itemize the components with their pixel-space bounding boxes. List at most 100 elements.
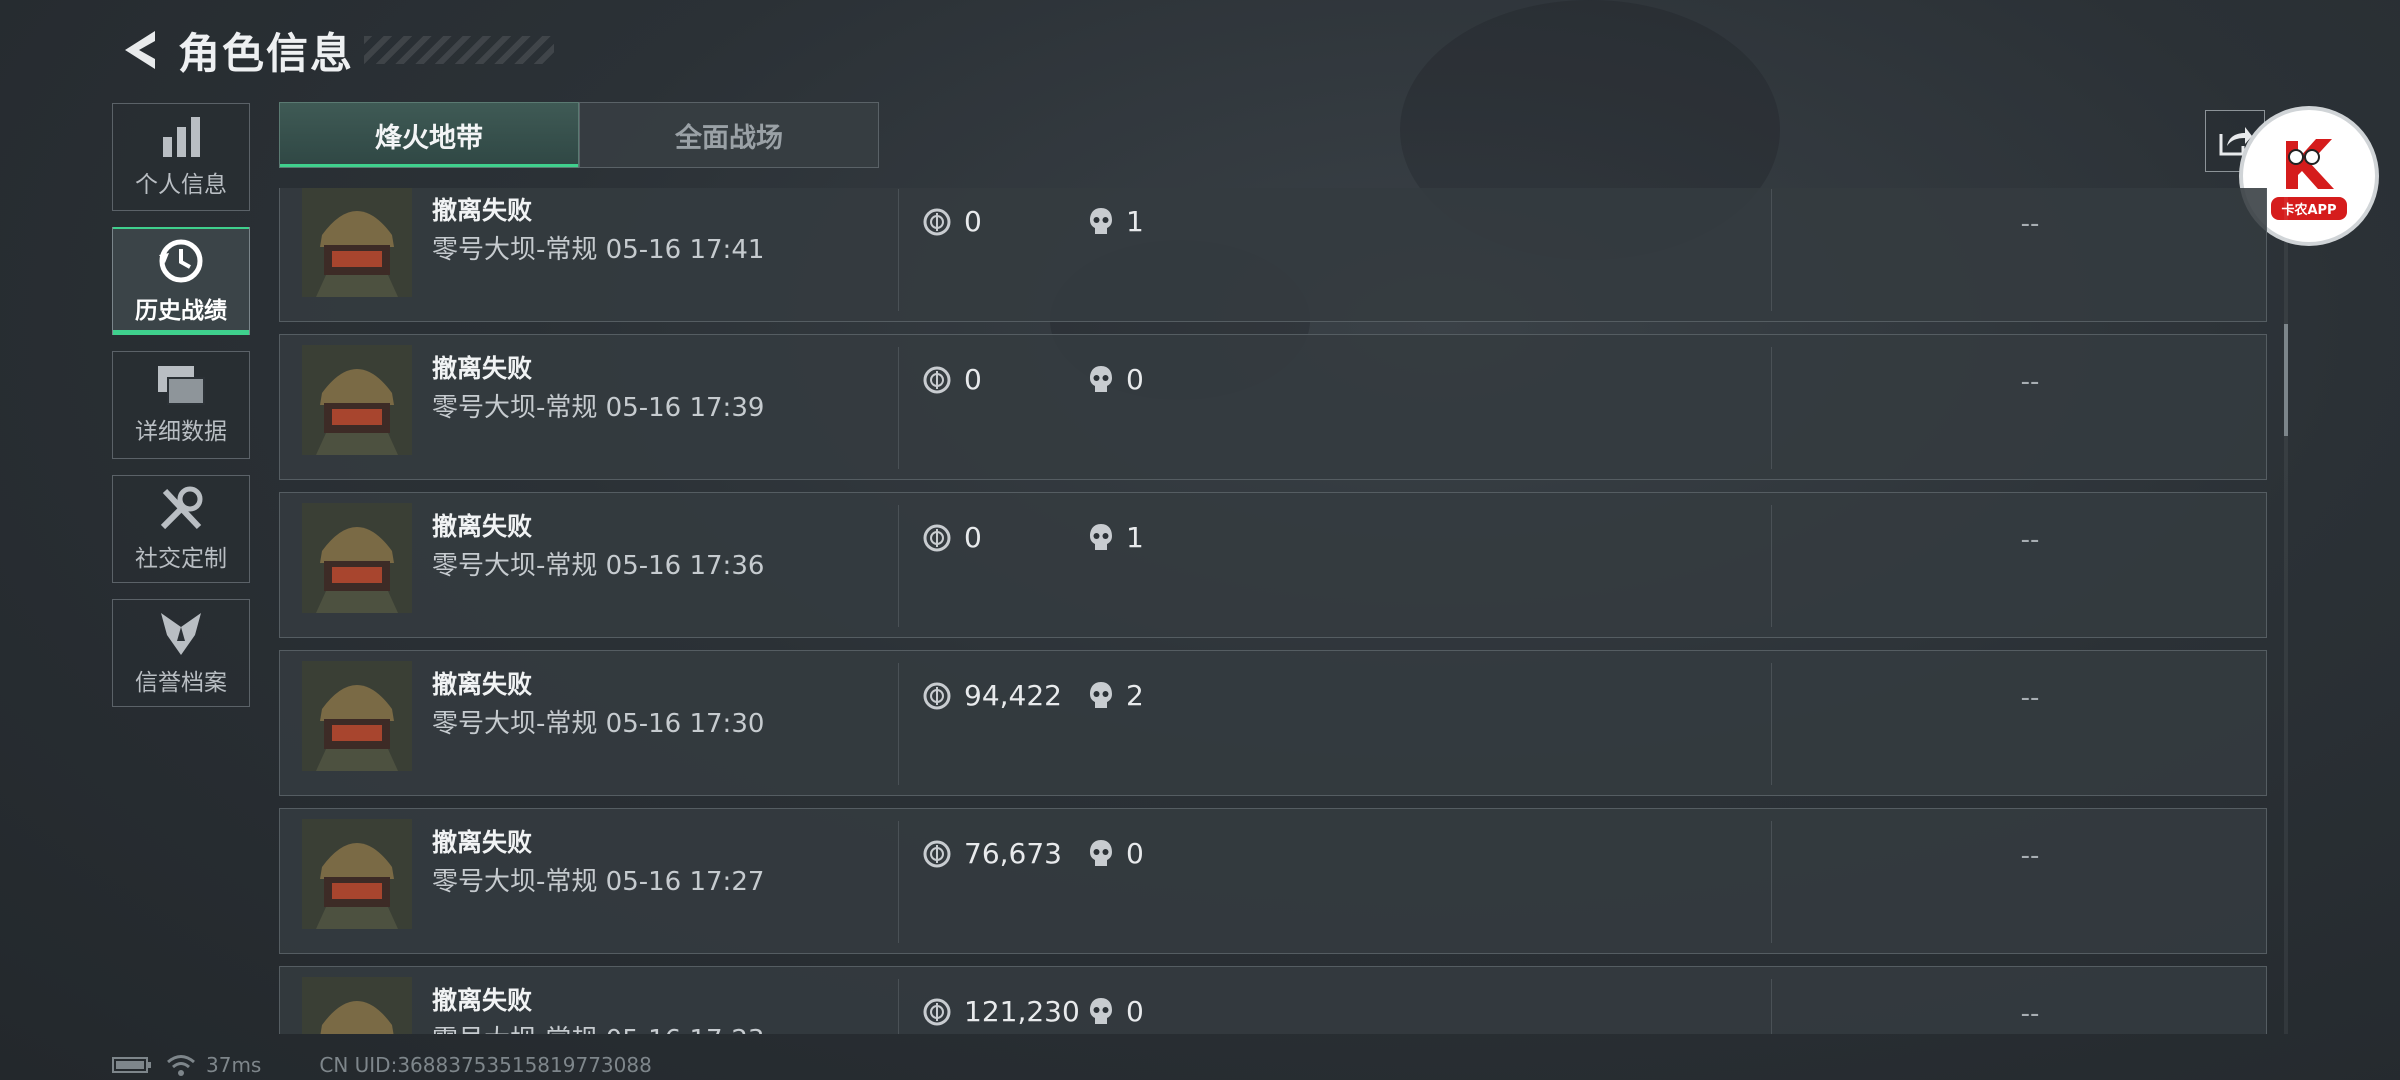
match-map-time: 零号大坝-常规 05-16 17:41 (432, 229, 764, 266)
match-kills: 0 (1088, 995, 1144, 1028)
match-map: 零号大坝-常规 (432, 393, 598, 423)
match-row[interactable]: 撤离失败 零号大坝-常规 05-16 17:41 0 1 -- (279, 188, 2267, 322)
value-amount: 94,422 (964, 679, 1062, 712)
match-map-time: 零号大坝-常规 05-16 17:39 (432, 387, 764, 424)
match-map: 零号大坝-常规 (432, 551, 598, 581)
match-kills: 0 (1088, 837, 1144, 870)
divider (1771, 663, 1772, 785)
divider (898, 979, 899, 1034)
match-value: 0 (922, 521, 982, 554)
sidebar-item-detailed-data[interactable]: 详细数据 (112, 351, 250, 459)
match-history-list[interactable]: 撤离失败 零号大坝-常规 05-16 17:41 0 1 -- 撤离失败 零号大… (279, 188, 2269, 1034)
match-result: 撤离失败 (432, 828, 533, 857)
match-map-time: 零号大坝-常规 05-16 17:27 (432, 861, 764, 898)
match-extra: -- (2020, 525, 2040, 555)
match-kills: 1 (1088, 205, 1144, 238)
match-result: 撤离失败 (432, 986, 533, 1015)
uid-text: CN UID:36883753515819773088 (319, 1053, 652, 1077)
operator-avatar (302, 188, 412, 297)
match-row[interactable]: 撤离失败 零号大坝-常规 05-16 17:27 76,673 0 -- (279, 808, 2267, 954)
kill-count: 1 (1126, 205, 1144, 238)
operator-avatar (302, 503, 412, 613)
match-extra: -- (2020, 683, 2040, 713)
status-bar: 37ms CN UID:36883753515819773088 (112, 1053, 652, 1077)
back-button[interactable] (110, 20, 170, 80)
tools-icon (160, 486, 203, 530)
match-extra: -- (2020, 841, 2040, 871)
sidebar-item-social-custom[interactable]: 社交定制 (112, 475, 250, 583)
match-extra: -- (2020, 367, 2040, 397)
match-value: 94,422 (922, 679, 1062, 712)
scrollbar[interactable] (2284, 188, 2288, 1034)
match-value: 121,230 (922, 995, 1080, 1028)
match-time: 05-16 17:41 (605, 235, 765, 265)
skull-icon (1090, 997, 1112, 1024)
sidebar-item-label: 信誉档案 (135, 670, 227, 696)
match-row[interactable]: 撤离失败 零号大坝-常规 05-16 17:23 121,230 0 -- (279, 966, 2267, 1034)
shield-emblem-icon (161, 613, 201, 655)
match-map: 零号大坝-常规 (432, 235, 598, 265)
match-time: 05-16 17:36 (605, 551, 765, 581)
match-value: 76,673 (922, 837, 1062, 870)
sidebar-item-label: 历史战绩 (135, 298, 227, 324)
skull-icon (1090, 523, 1112, 550)
divider (1771, 979, 1772, 1034)
coin-icon (923, 840, 951, 867)
match-time: 05-16 17:39 (605, 393, 765, 423)
sidebar-item-reputation[interactable]: 信誉档案 (112, 599, 250, 707)
skull-icon (1090, 207, 1112, 234)
sidebar-item-personal-info[interactable]: 个人信息 (112, 103, 250, 211)
clock-history-icon (159, 239, 203, 283)
scrollbar-thumb[interactable] (2284, 324, 2288, 436)
app-badge-label: 卡农APP (2271, 196, 2347, 220)
match-extra: -- (2020, 999, 2040, 1029)
mode-tabs: 烽火地带 全面战场 (279, 102, 879, 168)
value-amount: 121,230 (964, 995, 1080, 1028)
match-kills: 1 (1088, 521, 1144, 554)
tab-full-battlefield[interactable]: 全面战场 (579, 102, 879, 168)
value-amount: 76,673 (964, 837, 1062, 870)
match-time: 05-16 17:30 (605, 709, 765, 739)
divider (1771, 347, 1772, 469)
kill-count: 0 (1126, 363, 1144, 396)
value-amount: 0 (964, 205, 982, 238)
sidebar-item-label: 社交定制 (135, 546, 227, 572)
kill-count: 1 (1126, 521, 1144, 554)
page-header: 角色信息 (110, 20, 555, 80)
sidebar-nav: 个人信息 历史战绩 详细数据 社交定制 信誉档案 (112, 103, 250, 723)
match-map-time: 零号大坝-常规 05-16 17:30 (432, 703, 764, 740)
cards-icon (158, 366, 205, 405)
match-map-time: 零号大坝-常规 05-16 17:23 (432, 1019, 764, 1034)
tab-operations-zone[interactable]: 烽火地带 (279, 102, 579, 168)
match-map-time: 零号大坝-常规 05-16 17:36 (432, 545, 764, 582)
match-row[interactable]: 撤离失败 零号大坝-常规 05-16 17:30 94,422 2 -- (279, 650, 2267, 796)
latency-text: 37ms (206, 1053, 262, 1077)
match-kills: 0 (1088, 363, 1144, 396)
match-map: 零号大坝-常规 (432, 1025, 597, 1034)
operator-avatar (302, 977, 412, 1034)
match-result: 撤离失败 (432, 354, 533, 383)
coin-icon (923, 366, 951, 393)
divider (898, 663, 899, 785)
battery-icon (112, 1057, 151, 1073)
match-row[interactable]: 撤离失败 零号大坝-常规 05-16 17:36 0 1 -- (279, 492, 2267, 638)
title-decoration (364, 36, 555, 64)
match-result: 撤离失败 (432, 196, 533, 225)
divider (898, 347, 899, 469)
sidebar-item-label: 个人信息 (135, 172, 227, 198)
match-time: 05-16 17:27 (605, 867, 765, 897)
back-arrow-icon (125, 31, 155, 69)
match-map: 零号大坝-常规 (432, 867, 598, 897)
match-value: 0 (922, 363, 982, 396)
sidebar-item-label: 详细数据 (135, 419, 227, 445)
operator-avatar (302, 661, 412, 771)
match-value: 0 (922, 205, 982, 238)
bar-chart-icon (163, 117, 200, 157)
divider (898, 505, 899, 627)
match-row[interactable]: 撤离失败 零号大坝-常规 05-16 17:39 0 0 -- (279, 334, 2267, 480)
coin-icon (923, 998, 951, 1025)
coin-icon (923, 524, 951, 551)
divider (1771, 821, 1772, 943)
page-title: 角色信息 (178, 28, 355, 78)
sidebar-item-match-history[interactable]: 历史战绩 (112, 227, 250, 335)
